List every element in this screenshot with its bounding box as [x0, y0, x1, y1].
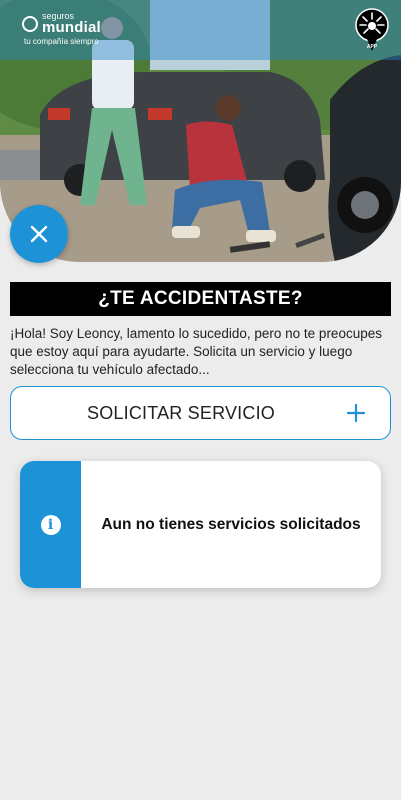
info-icon: i [40, 514, 61, 535]
plus-icon [346, 403, 366, 423]
services-empty-card: i Aun no tienes servicios solicitados [20, 461, 381, 588]
brand-tagline: tu compañía siempre [24, 37, 99, 46]
intro-text: ¡Hola! Soy Leoncy, lamento lo sucedido, … [10, 326, 382, 377]
app-badge: APP [355, 8, 389, 54]
request-service-button[interactable]: SOLICITAR SERVICIO [10, 386, 391, 440]
brand-small: seguros [42, 11, 75, 21]
close-icon [30, 225, 48, 243]
card-accent-stripe: i [20, 461, 81, 588]
page-title-text: ¿TE ACCIDENTASTE? [98, 288, 303, 309]
page-title: ¿TE ACCIDENTASTE? [10, 282, 391, 316]
close-button[interactable] [10, 205, 68, 263]
brand-logo: seguros mundial tu compañía siempre [22, 12, 101, 46]
brand-name: mundial [42, 19, 101, 36]
globe-icon [22, 15, 38, 32]
empty-services-message: Aun no tienes servicios solicitados [101, 515, 361, 533]
request-service-label: SOLICITAR SERVICIO [87, 402, 275, 423]
app-badge-label: APP [366, 44, 378, 50]
